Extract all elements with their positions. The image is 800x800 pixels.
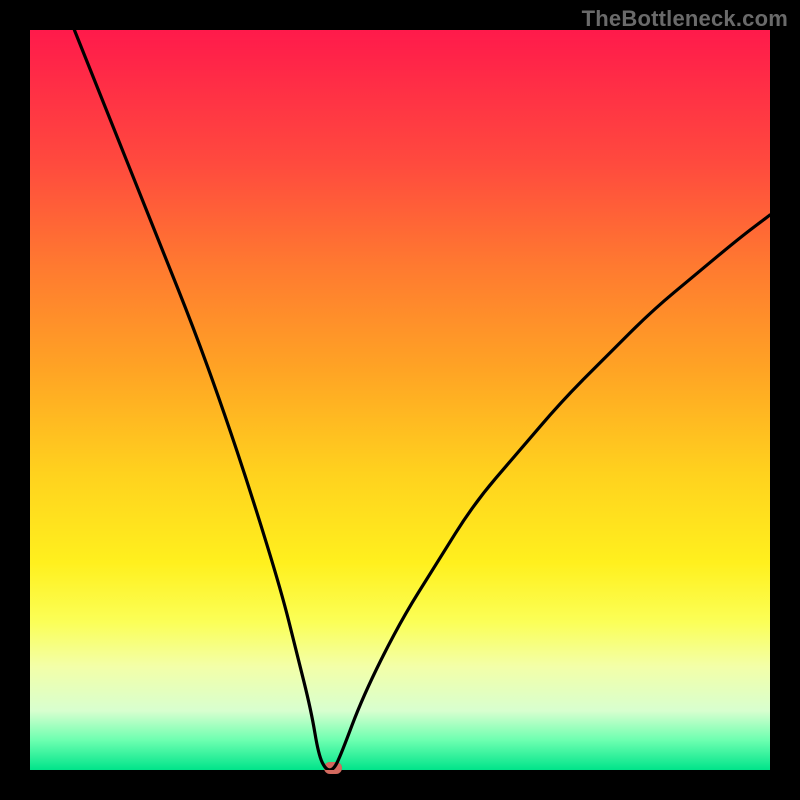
bottleneck-curve — [30, 30, 770, 770]
watermark-text: TheBottleneck.com — [582, 6, 788, 32]
chart-frame: TheBottleneck.com — [0, 0, 800, 800]
curve-path — [74, 30, 770, 770]
